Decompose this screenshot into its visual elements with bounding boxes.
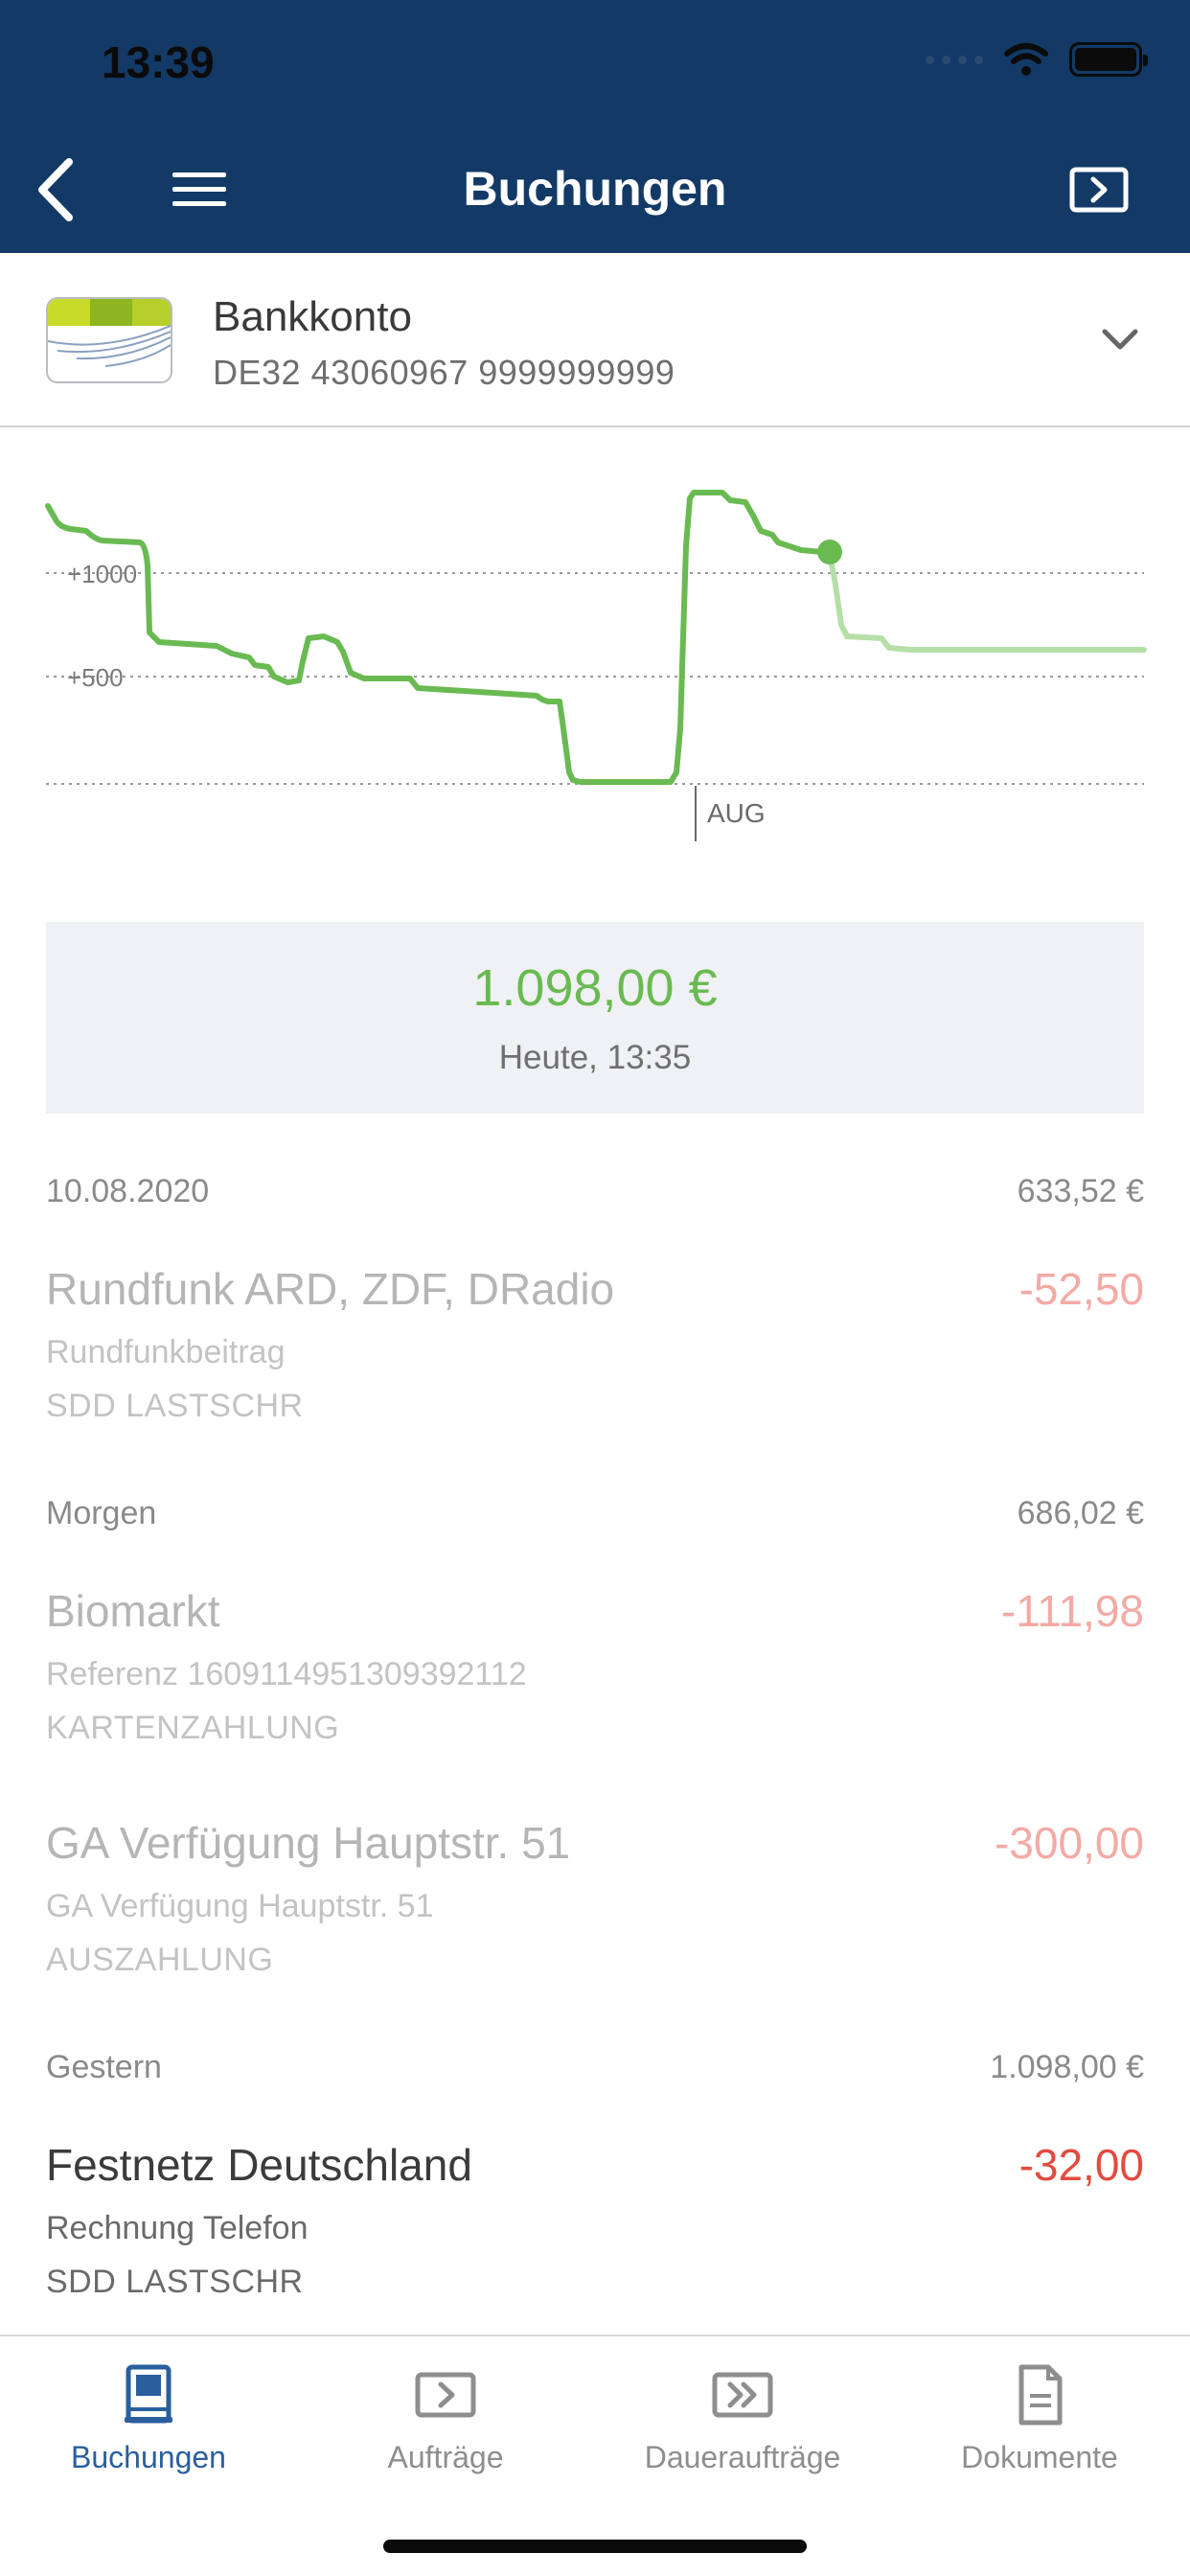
- standing-order-icon: [712, 2372, 773, 2418]
- day-label: Gestern: [46, 2049, 162, 2085]
- day-label: Morgen: [46, 1495, 157, 1531]
- tab-buchungen[interactable]: Buchungen: [0, 2361, 297, 2496]
- transaction-type: SDD LASTSCHR: [46, 1388, 304, 1424]
- transaction-title: GA Verfügung Hauptstr. 51: [46, 1818, 571, 1868]
- day-header: 10.08.2020 633,52 €: [46, 1173, 1144, 1221]
- tab-label: Dokumente: [961, 2440, 1118, 2474]
- day-header: Gestern 1.098,00 €: [46, 2049, 1144, 2097]
- transaction-row[interactable]: Biomarkt -111,98 Referenz 16091149513093…: [46, 1585, 1144, 1777]
- transfer-icon: [415, 2372, 476, 2418]
- wifi-icon: [1004, 43, 1048, 76]
- status-indicators: [926, 42, 1148, 77]
- account-selector[interactable]: Bankkonto DE32 43060967 9999999999: [0, 253, 1190, 427]
- document-icon: [1018, 2364, 1063, 2426]
- chart-forecast-line: [827, 551, 1147, 653]
- balance-summary: 1.098,00 € Heute, 13:35: [46, 922, 1144, 1114]
- page-title: Buchungen: [463, 162, 727, 216]
- balance-chart: +1000 +500 AUG: [45, 490, 1147, 841]
- chart-y-tick-label: +500: [67, 663, 124, 692]
- tab-dokumente[interactable]: Dokumente: [891, 2361, 1188, 2496]
- chart-y-tick-label: +1000: [67, 560, 137, 588]
- account-logo: [46, 297, 172, 383]
- transaction-amount: -111,98: [1000, 1586, 1144, 1636]
- signal-icon: [926, 55, 983, 64]
- account-name: Bankkonto: [213, 293, 412, 340]
- transaction-title: Festnetz Deutschland: [46, 2140, 472, 2190]
- transaction-purpose: GA Verfügung Hauptstr. 51: [46, 1888, 434, 1924]
- day-label: 10.08.2020: [46, 1173, 210, 1209]
- transaction-amount: -300,00: [994, 1818, 1144, 1868]
- home-indicator: [383, 2540, 807, 2553]
- transfer-button[interactable]: [1065, 161, 1133, 218]
- balance-timestamp: Heute, 13:35: [498, 1039, 692, 1076]
- chart-month-label: AUG: [707, 798, 766, 828]
- battery-icon: [1069, 42, 1148, 77]
- transfer-icon: [1069, 167, 1129, 213]
- chevron-down-icon: [1102, 329, 1138, 350]
- transaction-row[interactable]: GA Verfügung Hauptstr. 51 -300,00 GA Ver…: [46, 1817, 1144, 2009]
- transaction-type: SDD LASTSCHR: [46, 2264, 304, 2300]
- transaction-title: Biomarkt: [46, 1586, 220, 1636]
- day-header: Morgen 686,02 €: [46, 1495, 1144, 1543]
- status-time: 13:39: [102, 37, 215, 87]
- chart-today-marker: [817, 540, 842, 564]
- day-balance: 686,02 €: [1017, 1495, 1144, 1531]
- tab-label: Buchungen: [71, 2440, 226, 2474]
- day-balance: 633,52 €: [1017, 1173, 1144, 1209]
- tab-auftraege[interactable]: Aufträge: [297, 2361, 594, 2496]
- transaction-type: KARTENZAHLUNG: [46, 1710, 340, 1746]
- transaction-purpose: Rechnung Telefon: [46, 2210, 309, 2246]
- transaction-purpose: Referenz 1609114951309392112: [46, 1656, 527, 1692]
- book-icon: [125, 2364, 172, 2424]
- tab-dauerauftraege[interactable]: Daueraufträge: [594, 2361, 891, 2496]
- chart-balance-line: [45, 490, 833, 785]
- app-header: 13:39 Buchungen: [0, 0, 1190, 253]
- account-iban: DE32 43060967 9999999999: [213, 353, 675, 392]
- transaction-title: Rundfunk ARD, ZDF, DRadio: [46, 1264, 615, 1314]
- transaction-amount: -52,50: [1018, 1264, 1144, 1314]
- balance-amount: 1.098,00 €: [472, 959, 718, 1017]
- transaction-type: AUSZAHLUNG: [46, 1942, 274, 1978]
- tab-label: Aufträge: [387, 2440, 504, 2474]
- transaction-purpose: Rundfunkbeitrag: [46, 1334, 286, 1370]
- tab-label: Daueraufträge: [644, 2440, 841, 2474]
- day-balance: 1.098,00 €: [990, 2049, 1144, 2085]
- transaction-row[interactable]: Rundfunk ARD, ZDF, DRadio -52,50 Rundfun…: [46, 1263, 1144, 1455]
- transaction-row[interactable]: Festnetz Deutschland -32,00 Rechnung Tel…: [46, 2139, 1144, 2331]
- account-dropdown-toggle[interactable]: [1096, 320, 1144, 358]
- transaction-amount: -32,00: [1018, 2140, 1144, 2190]
